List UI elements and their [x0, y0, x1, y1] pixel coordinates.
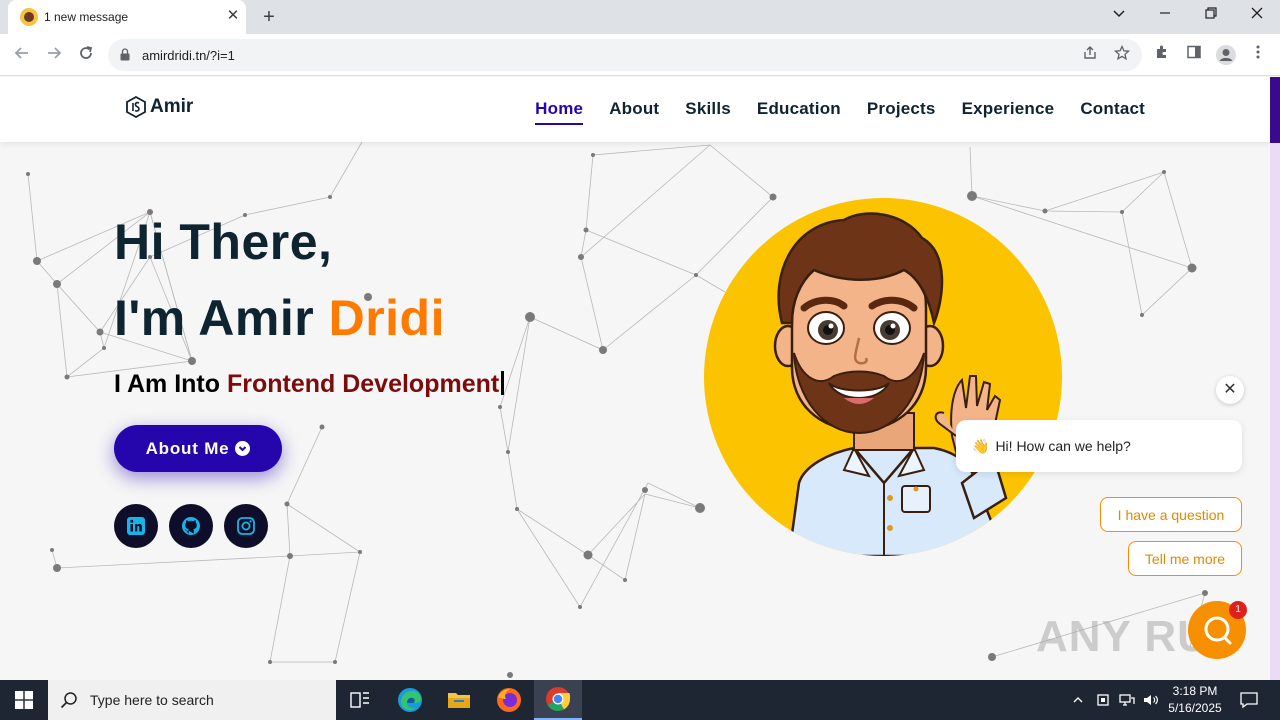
subtitle-typed-text: Frontend Development [226, 370, 500, 398]
site-header: Amir Home About Skills Education Project… [0, 77, 1270, 142]
chat-greeting-bubble: 👋 Hi! How can we help? [956, 420, 1242, 472]
browser-tab[interactable]: 1 new message ✕ [8, 0, 246, 34]
tab-search-icon[interactable] [1101, 4, 1137, 26]
device-tray-icon[interactable] [1092, 680, 1114, 720]
hero-name: I'm Amir Dridi [114, 289, 445, 347]
extensions-icon[interactable] [1151, 44, 1173, 66]
profile-avatar-image [704, 198, 1062, 556]
task-view-button[interactable] [336, 680, 384, 720]
clock-time: 3:18 PM [1172, 684, 1218, 698]
subtitle-prefix: I Am Into [114, 370, 227, 398]
clock-date: 5/16/2025 [1168, 701, 1222, 715]
nav-projects[interactable]: Projects [867, 99, 936, 125]
chat-close-button[interactable]: ✕ [1216, 376, 1244, 404]
bookmark-star-icon[interactable] [1111, 44, 1133, 65]
hero-greeting: Hi There, [114, 214, 333, 270]
hero-name-highlight: Dridi [328, 290, 445, 346]
volume-tray-icon[interactable] [1140, 680, 1162, 720]
side-panel-icon[interactable] [1183, 44, 1205, 66]
chat-greeting-text: Hi! How can we help? [995, 438, 1131, 454]
restore-icon[interactable] [1193, 4, 1229, 26]
about-me-label: About Me [145, 438, 230, 458]
nav-contact[interactable]: Contact [1080, 99, 1145, 125]
show-hidden-icons-chevron[interactable] [1068, 680, 1088, 720]
browser-toolbar: amirdridi.tn/?i=1 [0, 34, 1280, 76]
hero-name-prefix: I'm Amir [114, 290, 329, 346]
taskbar-clock[interactable]: 3:18 PM 5/16/2025 [1164, 683, 1226, 717]
hero-subtitle: I Am Into Frontend Development [114, 370, 505, 399]
typing-cursor [501, 371, 505, 395]
chat-notification-badge: 1 [1229, 601, 1247, 619]
reload-icon[interactable] [74, 43, 98, 67]
windows-logo-icon [15, 691, 33, 709]
scrollbar-thumb[interactable] [1270, 77, 1280, 143]
chat-icon [1204, 616, 1232, 645]
chat-option-tell-more[interactable]: Tell me more [1128, 541, 1242, 576]
chat-option-question[interactable]: I have a question [1100, 497, 1242, 532]
instagram-icon [237, 517, 255, 535]
minimize-icon[interactable] [1147, 4, 1183, 26]
github-icon [182, 517, 200, 535]
close-window-icon[interactable] [1239, 4, 1275, 26]
chrome-taskbar-button[interactable] [534, 680, 582, 720]
browser-tab-strip: 1 new message ✕ + [0, 0, 1280, 34]
site-logo[interactable]: Amir [126, 96, 193, 118]
tab-close-icon[interactable]: ✕ [224, 7, 242, 25]
nav-about[interactable]: About [609, 99, 659, 125]
taskbar-search-box[interactable]: Type here to search [48, 680, 336, 720]
chevron-down-circle-icon [235, 441, 251, 456]
menu-kebab-icon[interactable] [1247, 44, 1269, 66]
firefox-icon [497, 688, 521, 712]
lock-icon [120, 48, 130, 61]
task-view-icon [350, 692, 369, 708]
nav-education[interactable]: Education [757, 99, 841, 125]
linkedin-link[interactable] [114, 504, 158, 548]
main-nav: Home About Skills Education Projects Exp… [535, 99, 1145, 125]
logo-text: Amir [150, 96, 194, 117]
forward-icon[interactable] [42, 43, 66, 67]
file-explorer-taskbar-button[interactable] [435, 680, 483, 720]
search-icon [60, 692, 77, 709]
page-scrollbar[interactable] [1270, 77, 1280, 680]
profile-icon[interactable] [1215, 44, 1237, 66]
favicon-icon [20, 8, 38, 26]
linkedin-icon [127, 517, 145, 535]
about-me-button[interactable]: About Me [114, 425, 282, 472]
windows-taskbar: Type here to search 3:18 PM 5/16/2025 [0, 680, 1280, 720]
waving-hand-icon: 👋 [972, 437, 990, 454]
network-tray-icon[interactable] [1116, 680, 1138, 720]
folder-icon [448, 693, 470, 708]
nav-skills[interactable]: Skills [685, 99, 731, 125]
share-icon[interactable] [1079, 45, 1101, 65]
search-placeholder: Type here to search [90, 692, 214, 708]
instagram-link[interactable] [224, 504, 268, 548]
edge-icon [398, 688, 422, 712]
back-icon[interactable] [10, 43, 34, 67]
nav-experience[interactable]: Experience [962, 99, 1055, 125]
url-text: amirdridi.tn/?i=1 [142, 48, 235, 63]
nav-home[interactable]: Home [535, 99, 584, 125]
tab-title: 1 new message [44, 10, 129, 24]
edge-taskbar-button[interactable] [386, 680, 434, 720]
action-center-icon[interactable] [1232, 680, 1266, 720]
firefox-taskbar-button[interactable] [485, 680, 533, 720]
github-link[interactable] [169, 504, 213, 548]
logo-icon [126, 96, 146, 118]
page-viewport: Amir Home About Skills Education Project… [0, 77, 1270, 680]
start-button[interactable] [0, 680, 48, 720]
address-bar[interactable]: amirdridi.tn/?i=1 [108, 39, 1142, 71]
new-tab-button[interactable]: + [258, 6, 280, 28]
chrome-icon [546, 687, 571, 712]
